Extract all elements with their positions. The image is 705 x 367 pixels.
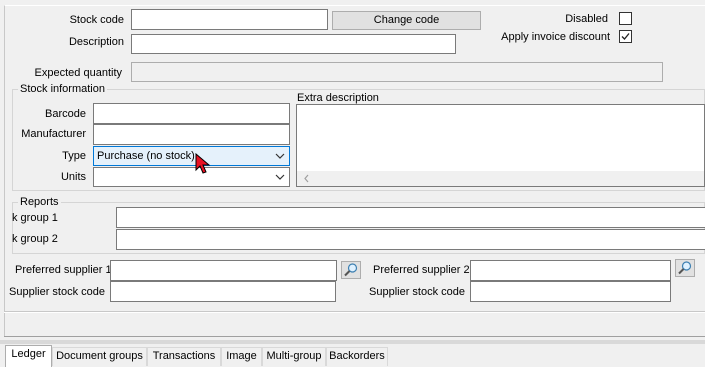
preferred-supplier1-input[interactable]	[110, 260, 337, 281]
type-value: Purchase (no stock)	[97, 150, 195, 162]
tab-ledger[interactable]: Ledger	[5, 345, 52, 367]
divider	[4, 336, 705, 337]
mouse-pointer-icon	[195, 153, 211, 174]
manufacturer-input[interactable]	[93, 124, 290, 145]
description-input[interactable]	[131, 34, 456, 54]
change-code-button[interactable]: Change code	[332, 11, 481, 30]
expected-quantity-input[interactable]	[131, 62, 663, 82]
expected-quantity-label: Expected quantity	[34, 67, 122, 79]
preferred-supplier2-label: Preferred supplier 2	[373, 264, 470, 276]
disabled-label: Disabled	[565, 13, 608, 25]
disabled-checkbox[interactable]	[619, 12, 632, 25]
tab-multi-group[interactable]: Multi-group	[262, 347, 326, 366]
tab-document-groups[interactable]: Document groups	[52, 347, 147, 366]
apply-invoice-discount-checkbox[interactable]	[619, 30, 632, 43]
supplier-stock-code2-label: Supplier stock code	[369, 286, 465, 298]
extra-description-label: Extra description	[297, 92, 379, 104]
manufacturer-label: Manufacturer	[21, 128, 86, 140]
scroll-left-arrow-icon[interactable]	[301, 171, 313, 186]
report-group1-input[interactable]	[116, 207, 705, 228]
units-dropdown[interactable]	[93, 167, 290, 187]
units-label: Units	[60, 171, 86, 183]
magnifier-icon	[344, 263, 358, 277]
stock-information-title: Stock information	[18, 83, 107, 96]
reports-title: Reports	[18, 196, 61, 209]
report-group2-label: k group 2	[12, 233, 58, 245]
stock-code-label: Stock code	[69, 14, 124, 26]
chevron-down-icon	[275, 153, 285, 159]
type-dropdown[interactable]: Purchase (no stock)	[93, 146, 290, 166]
horizontal-scrollbar[interactable]	[297, 171, 704, 186]
stock-code-input[interactable]	[131, 9, 328, 30]
report-group1-label: k group 1	[12, 212, 58, 224]
apply-invoice-discount-label: Apply invoice discount	[501, 31, 610, 43]
tab-strip-bar	[0, 340, 705, 344]
divider	[4, 312, 705, 313]
extra-description-textarea[interactable]	[296, 104, 705, 187]
supplier-stock-code2-input[interactable]	[470, 281, 671, 302]
supplier-stock-code1-label: Supplier stock code	[9, 286, 105, 298]
barcode-label: Barcode	[45, 108, 86, 120]
checkmark-icon	[621, 33, 630, 40]
preferred-supplier1-label: Preferred supplier 1	[15, 264, 112, 276]
tab-backorders[interactable]: Backorders	[326, 347, 388, 366]
chevron-down-icon	[275, 174, 285, 180]
preferred-supplier2-lookup-button[interactable]	[675, 259, 695, 277]
type-label: Type	[62, 150, 86, 162]
tab-transactions[interactable]: Transactions	[147, 347, 221, 366]
magnifier-icon	[678, 261, 692, 275]
preferred-supplier1-lookup-button[interactable]	[341, 261, 361, 279]
supplier-stock-code1-input[interactable]	[110, 281, 336, 302]
description-label: Description	[68, 36, 124, 48]
report-group2-input[interactable]	[116, 229, 705, 250]
tab-image[interactable]: Image	[221, 347, 262, 366]
preferred-supplier2-input[interactable]	[470, 260, 671, 281]
barcode-input[interactable]	[93, 103, 290, 124]
